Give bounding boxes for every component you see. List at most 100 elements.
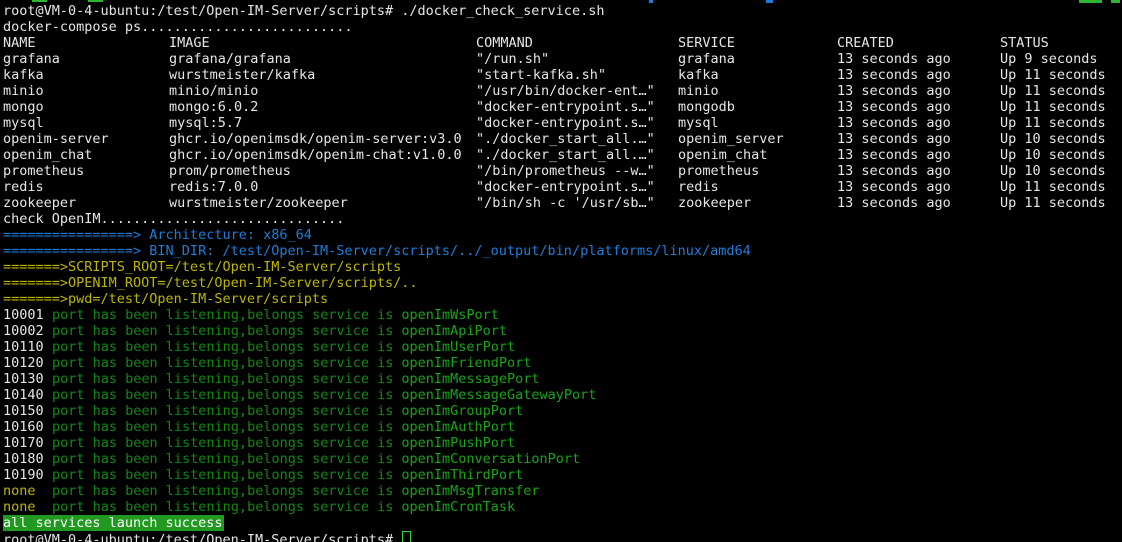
container-name: kafka	[3, 67, 44, 83]
container-created: 13 seconds ago	[837, 99, 951, 115]
container-created: 13 seconds ago	[837, 131, 951, 147]
header-command: COMMAND	[476, 35, 533, 51]
container-status: Up 11 seconds	[1000, 99, 1106, 115]
port-number: 10130	[3, 371, 52, 387]
terminal-window[interactable]: root@VM-0-4-ubuntu:/test/Open-IM-Server/…	[0, 0, 1122, 542]
bin-dir-line: ================> BIN_DIR: /test/Open-IM…	[3, 243, 1122, 259]
compose-ps-line: docker-compose ps.......................…	[3, 19, 1122, 35]
container-status: Up 10 seconds	[1000, 163, 1106, 179]
container-status: Up 10 seconds	[1000, 131, 1106, 147]
container-name: grafana	[3, 51, 60, 67]
table-row: mongo mongo:6.0.2 "docker-entrypoint.s…"…	[3, 99, 1122, 115]
container-command: "/run.sh"	[476, 51, 549, 67]
shell-prompt-command: root@VM-0-4-ubuntu:/test/Open-IM-Server/…	[3, 3, 1122, 19]
port-message: port has been listening,belongs service …	[52, 371, 393, 387]
container-name: mongo	[3, 99, 44, 115]
container-image: wurstmeister/kafka	[169, 67, 315, 83]
container-service: grafana	[678, 51, 735, 67]
container-service: openim_server	[678, 131, 784, 147]
port-message: port has been listening,belongs service …	[52, 419, 393, 435]
container-status: Up 11 seconds	[1000, 67, 1106, 83]
container-image: prom/prometheus	[169, 163, 291, 179]
port-number: 10150	[3, 403, 52, 419]
header-name: NAME	[3, 35, 36, 51]
container-image: ghcr.io/openimsdk/openim-server:v3.0	[169, 131, 462, 147]
port-message: port has been listening,belongs service …	[52, 435, 393, 451]
container-status: Up 10 seconds	[1000, 147, 1106, 163]
port-check-line: 10120port has been listening,belongs ser…	[3, 355, 1122, 371]
container-created: 13 seconds ago	[837, 51, 951, 67]
container-command: "start-kafka.sh"	[476, 67, 606, 83]
port-check-line: 10002port has been listening,belongs ser…	[3, 323, 1122, 339]
container-created: 13 seconds ago	[837, 195, 951, 211]
container-created: 13 seconds ago	[837, 179, 951, 195]
container-command: "./docker_start_all.…"	[476, 147, 655, 163]
port-service-name: openImMsgTransfer	[401, 483, 539, 499]
table-row: openim-server ghcr.io/openimsdk/openim-s…	[3, 131, 1122, 147]
success-message: all services launch success	[3, 515, 224, 531]
container-command: "/bin/prometheus --w…"	[476, 163, 655, 179]
container-name: zookeeper	[3, 195, 76, 211]
port-check-line: noneport has been listening,belongs serv…	[3, 499, 1122, 515]
container-service: zookeeper	[678, 195, 751, 211]
port-message: port has been listening,belongs service …	[52, 483, 393, 499]
container-name: redis	[3, 179, 44, 195]
port-message: port has been listening,belongs service …	[52, 499, 393, 515]
container-status: Up 9 seconds	[1000, 51, 1098, 67]
port-service-name: openImGroupPort	[401, 403, 523, 419]
table-row: minio minio/minio "/usr/bin/docker-ent…"…	[3, 83, 1122, 99]
port-service-name: openImUserPort	[401, 339, 515, 355]
port-number: 10160	[3, 419, 52, 435]
port-check-line: 10170port has been listening,belongs ser…	[3, 435, 1122, 451]
container-command: "/usr/bin/docker-ent…"	[476, 83, 655, 99]
shell-prompt: root@VM-0-4-ubuntu:/test/Open-IM-Server/…	[3, 531, 1122, 542]
table-row: prometheus prom/prometheus "/bin/prometh…	[3, 163, 1122, 179]
container-service: mysql	[678, 115, 719, 131]
container-image: mongo:6.0.2	[169, 99, 258, 115]
container-image: redis:7.0.0	[169, 179, 258, 195]
port-service-name: openImWsPort	[401, 307, 499, 323]
port-service-name: openImMessageGatewayPort	[401, 387, 596, 403]
port-service-name: openImCronTask	[401, 499, 515, 515]
port-check-line: noneport has been listening,belongs serv…	[3, 483, 1122, 499]
table-row: grafana grafana/grafana "/run.sh" grafan…	[3, 51, 1122, 67]
port-number: 10002	[3, 323, 52, 339]
container-name: openim_chat	[3, 147, 92, 163]
prompt-text: root@VM-0-4-ubuntu:/test/Open-IM-Server/…	[3, 532, 401, 542]
container-service: redis	[678, 179, 719, 195]
port-service-name: openImFriendPort	[401, 355, 531, 371]
port-service-name: openImMessagePort	[401, 371, 539, 387]
port-check-line: 10140port has been listening,belongs ser…	[3, 387, 1122, 403]
container-name: prometheus	[3, 163, 84, 179]
port-service-name: openImThirdPort	[401, 467, 523, 483]
port-check-line: 10160port has been listening,belongs ser…	[3, 419, 1122, 435]
container-created: 13 seconds ago	[837, 163, 951, 179]
table-row: redis redis:7.0.0 "docker-entrypoint.s…"…	[3, 179, 1122, 195]
container-status: Up 11 seconds	[1000, 179, 1106, 195]
container-image: ghcr.io/openimsdk/openim-chat:v1.0.0	[169, 147, 462, 163]
port-service-name: openImPushPort	[401, 435, 515, 451]
port-service-name: openImApiPort	[401, 323, 507, 339]
port-message: port has been listening,belongs service …	[52, 355, 393, 371]
port-service-name: openImConversationPort	[401, 451, 580, 467]
port-check-line: 10130port has been listening,belongs ser…	[3, 371, 1122, 387]
container-image: minio/minio	[169, 83, 258, 99]
container-name: mysql	[3, 115, 44, 131]
container-created: 13 seconds ago	[837, 115, 951, 131]
container-status: Up 11 seconds	[1000, 195, 1106, 211]
success-line: all services launch success	[3, 515, 1122, 531]
container-created: 13 seconds ago	[837, 147, 951, 163]
port-message: port has been listening,belongs service …	[52, 403, 393, 419]
container-service: kafka	[678, 67, 719, 83]
table-row: kafka wurstmeister/kafka "start-kafka.sh…	[3, 67, 1122, 83]
header-service: SERVICE	[678, 35, 735, 51]
container-command: "docker-entrypoint.s…"	[476, 179, 655, 195]
port-check-line: 10180port has been listening,belongs ser…	[3, 451, 1122, 467]
port-check-line: 10001port has been listening,belongs ser…	[3, 307, 1122, 323]
container-command: "docker-entrypoint.s…"	[476, 115, 655, 131]
header-created: CREATED	[837, 35, 894, 51]
container-image: mysql:5.7	[169, 115, 242, 131]
container-created: 13 seconds ago	[837, 83, 951, 99]
port-message: port has been listening,belongs service …	[52, 339, 393, 355]
terminal-cursor	[402, 531, 411, 542]
